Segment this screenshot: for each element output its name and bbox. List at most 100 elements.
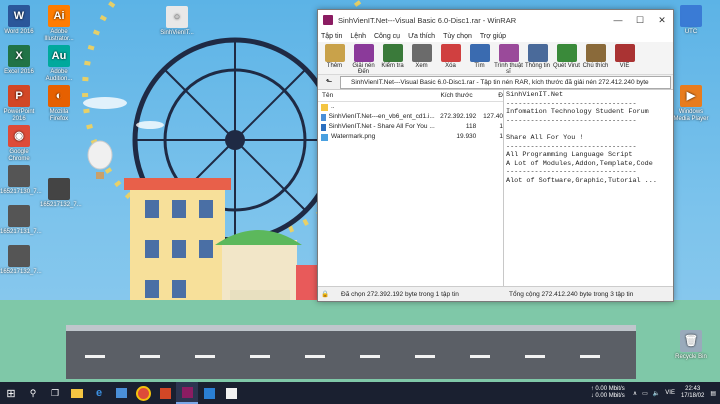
toolbar-button[interactable]: Quét Virut [552, 42, 581, 69]
task-view-button[interactable]: ❐ [44, 382, 66, 404]
desktop-icon[interactable]: UTC [672, 5, 710, 36]
desktop-icon-label: Google Chrome [8, 149, 30, 162]
toolbar-icon [382, 44, 403, 62]
toolbar-button[interactable]: Thông tin [523, 42, 552, 69]
status-icons: 🔒 [321, 291, 330, 298]
file-row[interactable]: Watermark.png 19.930 1 [318, 132, 503, 142]
desktop-icon-label: Excel 2016 [4, 69, 34, 75]
desktop-icon[interactable]: X Excel 2016 [0, 45, 38, 76]
menu-item[interactable]: Ưa thích [408, 33, 435, 40]
desktop-icon[interactable]: W Word 2016 [0, 5, 38, 36]
app-icon: Au [48, 45, 70, 67]
app-icon [203, 387, 215, 399]
file-list[interactable]: Tên Kích thước Đ .. SinhVienIT.Net---en_v… [318, 90, 504, 286]
file-packed [476, 102, 503, 112]
toolbar-icon [614, 44, 635, 62]
toolbar-button[interactable]: Giải nén Đến [349, 42, 378, 75]
toolbar-icon [556, 44, 577, 62]
close-button[interactable]: ✕ [651, 10, 673, 30]
maximize-button[interactable]: ☐ [629, 10, 651, 30]
desktop-icon[interactable]: ◉ Google Chrome [0, 125, 38, 163]
road-dash [195, 355, 215, 358]
column-packed[interactable]: Đ [473, 90, 503, 101]
desktop-icon-label: Windows Media Player [673, 109, 709, 122]
menu-item[interactable]: Công cụ [374, 33, 400, 40]
toolbar-icon [469, 44, 490, 62]
file-name-cell: SinhVienIT.Net---en_vb6_ent_cd1.i... [318, 112, 435, 122]
road-dash [525, 355, 545, 358]
desktop-icon[interactable]: 165217131_7... [0, 205, 42, 236]
file-size [435, 102, 477, 112]
desktop-icon[interactable]: P PowerPoint 2016 [0, 85, 38, 123]
tray-expand-icon[interactable]: ∧ [633, 390, 637, 397]
column-name[interactable]: Tên [318, 90, 431, 101]
network-icon[interactable]: ▭ [642, 390, 648, 397]
toolbar-button[interactable]: Chú thích [581, 42, 610, 69]
menu-item[interactable]: Tùy chọn [443, 33, 472, 40]
taskbar-winrar[interactable] [176, 382, 198, 404]
powerpoint-icon [159, 387, 171, 399]
toolbar-button[interactable]: Trình thuật sĩ [494, 42, 523, 75]
start-button[interactable]: ⊞ [0, 382, 22, 404]
file-row[interactable]: SinhVienIT.Net---en_vb6_ent_cd1.i... 272.… [318, 112, 503, 122]
taskbar-store[interactable] [110, 382, 132, 404]
folder-icon [71, 388, 83, 398]
minimize-button[interactable]: — [607, 10, 629, 30]
menu-item[interactable]: Tập tin [321, 33, 342, 40]
file-packed: 1 [499, 123, 503, 130]
file-size: 118 [465, 123, 477, 130]
net-up-speed: 0.00 Mbit/s [595, 386, 625, 392]
toolbar-label: Quét Virut [553, 63, 580, 69]
desktop-icon-rar[interactable]: ○ SinhVienIT... [158, 6, 196, 37]
column-size[interactable]: Kích thước [431, 90, 473, 101]
app-icon [8, 205, 30, 227]
status-selected: Đã chọn 272.392.192 byte trong 1 tập tin [341, 290, 459, 298]
toolbar-button[interactable]: Tìm [465, 42, 494, 69]
taskbar-powerpoint[interactable] [154, 382, 176, 404]
file-name-cell: SinhVienIT.Net - Share All For You ... [318, 122, 435, 132]
up-folder-button[interactable]: ⬑ [322, 77, 336, 88]
taskbar-app[interactable] [198, 382, 220, 404]
winrar-window[interactable]: SinhVienIT.Net---Visual Basic 6.0-Disc1.… [317, 9, 674, 302]
desktop-icon[interactable]: 165217130_7... [0, 165, 42, 196]
toolbar-button[interactable]: Xem [407, 42, 436, 69]
desktop-icon[interactable]: Au Adobe Audition... [40, 45, 78, 83]
road-dash [415, 355, 435, 358]
search-button[interactable]: ⚲ [22, 382, 44, 404]
taskbar-app-2[interactable] [220, 382, 242, 404]
taskbar-chrome[interactable] [132, 382, 154, 404]
toolbar-label: Xóa [445, 63, 456, 69]
menu-item[interactable]: Lệnh [350, 33, 366, 40]
desktop-icon[interactable]: 165217132_7... [40, 178, 82, 209]
desktop-icon[interactable]: ◐ Mozilla Firefox [40, 85, 78, 123]
road-dash [85, 355, 105, 358]
file-packed: 1 [499, 133, 503, 140]
toolbar-button[interactable]: Xóa [436, 42, 465, 69]
notification-icon[interactable]: ▤ [710, 390, 716, 397]
clock[interactable]: 22:43 17/18/02 [681, 386, 704, 400]
menu-item[interactable]: Trợ giúp [480, 33, 506, 40]
address-bar: ⬑ SinhVienIT.Net---Visual Basic 6.0-Disc… [318, 75, 673, 90]
volume-icon[interactable]: 🔈 [653, 390, 660, 397]
file-row[interactable]: .. [318, 102, 503, 112]
language-indicator[interactable]: VIE [665, 390, 675, 396]
archive-path: SinhVienIT.Net---Visual Basic 6.0-Disc1.… [340, 75, 671, 89]
taskbar-explorer[interactable] [66, 382, 88, 404]
toolbar-button[interactable]: Kiểm tra [378, 42, 407, 69]
desktop-icon[interactable]: Ai Adobe Illustrator... [40, 5, 78, 43]
taskbar-edge[interactable]: e [88, 382, 110, 404]
desktop-icon[interactable]: 🗑 Recycle Bin [672, 330, 710, 361]
desktop-icon[interactable]: 165217132_7... [0, 245, 42, 276]
title-bar[interactable]: SinhVienIT.Net---Visual Basic 6.0-Disc1.… [318, 10, 673, 30]
task-view-icon: ❐ [50, 387, 60, 398]
toolbar-button[interactable]: VIE [610, 42, 639, 69]
store-icon [115, 388, 127, 398]
file-row[interactable]: SinhVienIT.Net - Share All For You ... 11… [318, 122, 503, 132]
desktop-icon[interactable]: ▶ Windows Media Player [672, 85, 710, 123]
desktop-icon-label: PowerPoint 2016 [3, 109, 35, 122]
file-list-header: Tên Kích thước Đ [318, 90, 503, 102]
disc-icon [321, 113, 326, 121]
toolbar-button[interactable]: Thêm [320, 42, 349, 69]
taskbar: ⊞ ⚲ ❐ e ↑ 0.00 Mbit/s ↓ 0.00 Mbit/s ∧ ▭ … [0, 382, 720, 404]
app-icon [680, 5, 702, 27]
